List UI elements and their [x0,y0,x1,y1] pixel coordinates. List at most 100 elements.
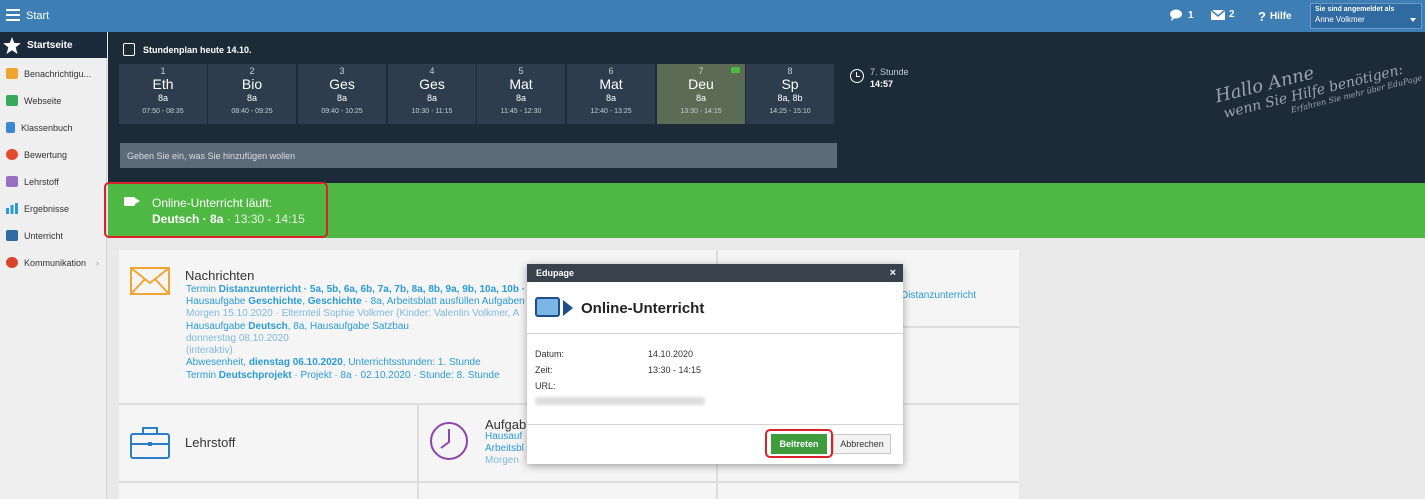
message-meta: Morgen 15.10.2020 · Elternteil Sophie Vo… [186,308,520,319]
dialog-title: Online-Unterricht [581,300,705,317]
user-name: Anne Volkmer [1315,15,1365,24]
period-class: 8a [246,93,257,103]
bottom-tile[interactable] [119,483,417,499]
sidebar-item-label: Klassenbuch [21,122,73,133]
current-period-label: 7. Stunde [870,67,909,77]
message-item[interactable]: Hausaufgabe Deutsch, 8a, Hausaufgabe Sat… [186,321,409,332]
mail-count: 2 [1229,9,1235,20]
chevron-down-icon [1410,18,1416,22]
message-meta: (interaktiv) [186,345,233,356]
clock-icon [430,422,468,460]
message-text: , 8a, Hausaufgabe Satzbau [287,321,409,332]
menu-icon[interactable] [6,9,20,21]
message-text: Termin [186,370,219,381]
message-item[interactable]: Termin Deutschprojekt · Projekt · 8a · 0… [186,370,500,381]
close-icon[interactable]: × [890,267,896,279]
sidebar-item-label: Benachrichtigu... [24,68,92,79]
period-cell[interactable]: 3 Ges 8a 09:40 - 10:25 [298,64,386,124]
message-emphasis: Deutsch [248,321,288,332]
task-item[interactable]: Hausauf [485,431,522,442]
message-text: Hausaufgabe [186,321,249,332]
sidebar-item-ergebnisse[interactable]: Ergebnisse [6,203,106,214]
sidebar-item-label: Bewertung [24,149,68,160]
task-item[interactable]: Arbeitsbl [485,443,524,454]
chat-icon [1170,9,1182,21]
sidebar-item-benachrichtigungen[interactable]: Benachrichtigu... [6,68,106,79]
chevron-right-icon: › [96,257,100,268]
event-item[interactable]: Distanzunterricht [901,290,976,301]
period-subject: Eth [152,76,174,92]
message-item[interactable]: Hausaufgabe Geschichte, Geschichte · 8a,… [186,296,525,307]
sidebar-item-unterricht[interactable]: Unterricht [6,230,106,241]
sidebar-item-bewertung[interactable]: Bewertung [6,149,106,160]
top-bar: Start 1 2 ? Hilfe Sie sind angemeldet al… [0,0,1425,32]
materials-tile[interactable]: Lehrstoff [119,405,417,481]
dialog-header-title: Edupage [536,268,575,278]
period-subject: Ges [419,76,445,92]
period-cell[interactable]: 1 Eth 8a 07:50 - 08:35 [119,64,207,124]
sidebar-item-startseite[interactable]: Startseite [0,32,107,58]
calendar-icon [123,43,135,56]
period-class: 8a [515,93,526,103]
period-class: 8a [336,93,347,103]
period-class: 8a [605,93,616,103]
period-cell[interactable]: 4 Ges 8a 10:30 - 11:15 [388,64,476,124]
sidebar: Startseite Benachrichtigu... Webseite Kl… [0,32,107,499]
sidebar-item-label: Lehrstoff [24,176,59,187]
period-number: 3 [339,66,345,76]
hello-help-note[interactable]: Hallo Anne wenn Sie Hilfe benötigen: Erf… [1213,37,1423,131]
sidebar-item-klassenbuch[interactable]: Klassenbuch [6,122,106,133]
add-item-input[interactable] [120,143,837,168]
tasks-title: Aufgab [485,417,527,432]
period-cell-current[interactable]: 7 Deu 8a 13:30 - 14:15 [657,64,745,124]
sidebar-item-label: Unterricht [24,230,64,241]
divider [527,333,903,334]
help-label: Hilfe [1269,11,1292,22]
cancel-button[interactable]: Abbrechen [833,434,891,454]
mail-button[interactable]: 2 [1211,9,1235,20]
period-time: 13:30 - 14:15 [680,108,722,115]
message-text: Termin [186,284,219,295]
start-link[interactable]: Start [26,10,49,22]
period-cell[interactable]: 8 Sp 8a, 8b 14:25 - 15:10 [746,64,834,124]
online-lesson-dialog: Edupage × Online-Unterricht Datum: 14.10… [527,264,903,464]
envelope-icon [6,68,18,79]
message-text: Abwesenheit, [186,357,249,368]
chat-button[interactable]: 1 [1170,9,1194,21]
time-value: 13:30 - 14:15 [648,365,702,375]
clock-icon [850,69,864,83]
envelope-icon [130,267,170,295]
period-number: 2 [249,66,255,76]
sidebar-item-kommunikation[interactable]: Kommunikation › [6,257,106,268]
message-item[interactable]: Abwesenheit, dienstag 06.10.2020, Unterr… [186,357,481,368]
period-number: 6 [608,66,614,76]
period-time: 09:40 - 10:25 [321,108,363,115]
url-value-blurred[interactable] [535,397,705,405]
logged-in-label: Sie sind angemeldet als [1315,6,1395,13]
period-class: 8a [426,93,437,103]
period-time: 12:40 - 13:25 [590,108,632,115]
period-cell[interactable]: 2 Bio 8a 08:40 - 09:25 [208,64,296,124]
period-cell[interactable]: 6 Mat 8a 12:40 - 13:25 [567,64,655,124]
period-cell[interactable]: 5 Mat 8a 11:45 - 12:30 [477,64,565,124]
period-subject: Sp [781,76,799,92]
grade-icon [6,149,18,160]
message-emphasis: Geschichte [307,296,362,307]
period-time: 11:45 - 12:30 [500,108,542,115]
sidebar-item-webseite[interactable]: Webseite [6,95,106,106]
bottom-tile[interactable] [419,483,716,499]
help-button[interactable]: ? Hilfe [1258,9,1292,24]
bar-chart-icon [6,203,18,214]
book-icon [6,122,15,133]
period-time: 08:40 - 09:25 [231,108,273,115]
message-text: Hausaufgabe [186,296,249,307]
dialog-header: Edupage × [527,264,903,282]
divider [527,424,903,425]
bottom-tile[interactable] [718,483,1019,499]
class-icon [6,230,18,241]
chat-icon [6,257,18,268]
mail-icon [1211,9,1225,20]
sidebar-item-lehrstoff[interactable]: Lehrstoff [6,176,106,187]
user-menu[interactable]: Sie sind angemeldet als Anne Volkmer [1310,3,1422,29]
message-item[interactable]: Termin Distanzunterricht · 5a, 5b, 6a, 6… [186,284,525,295]
